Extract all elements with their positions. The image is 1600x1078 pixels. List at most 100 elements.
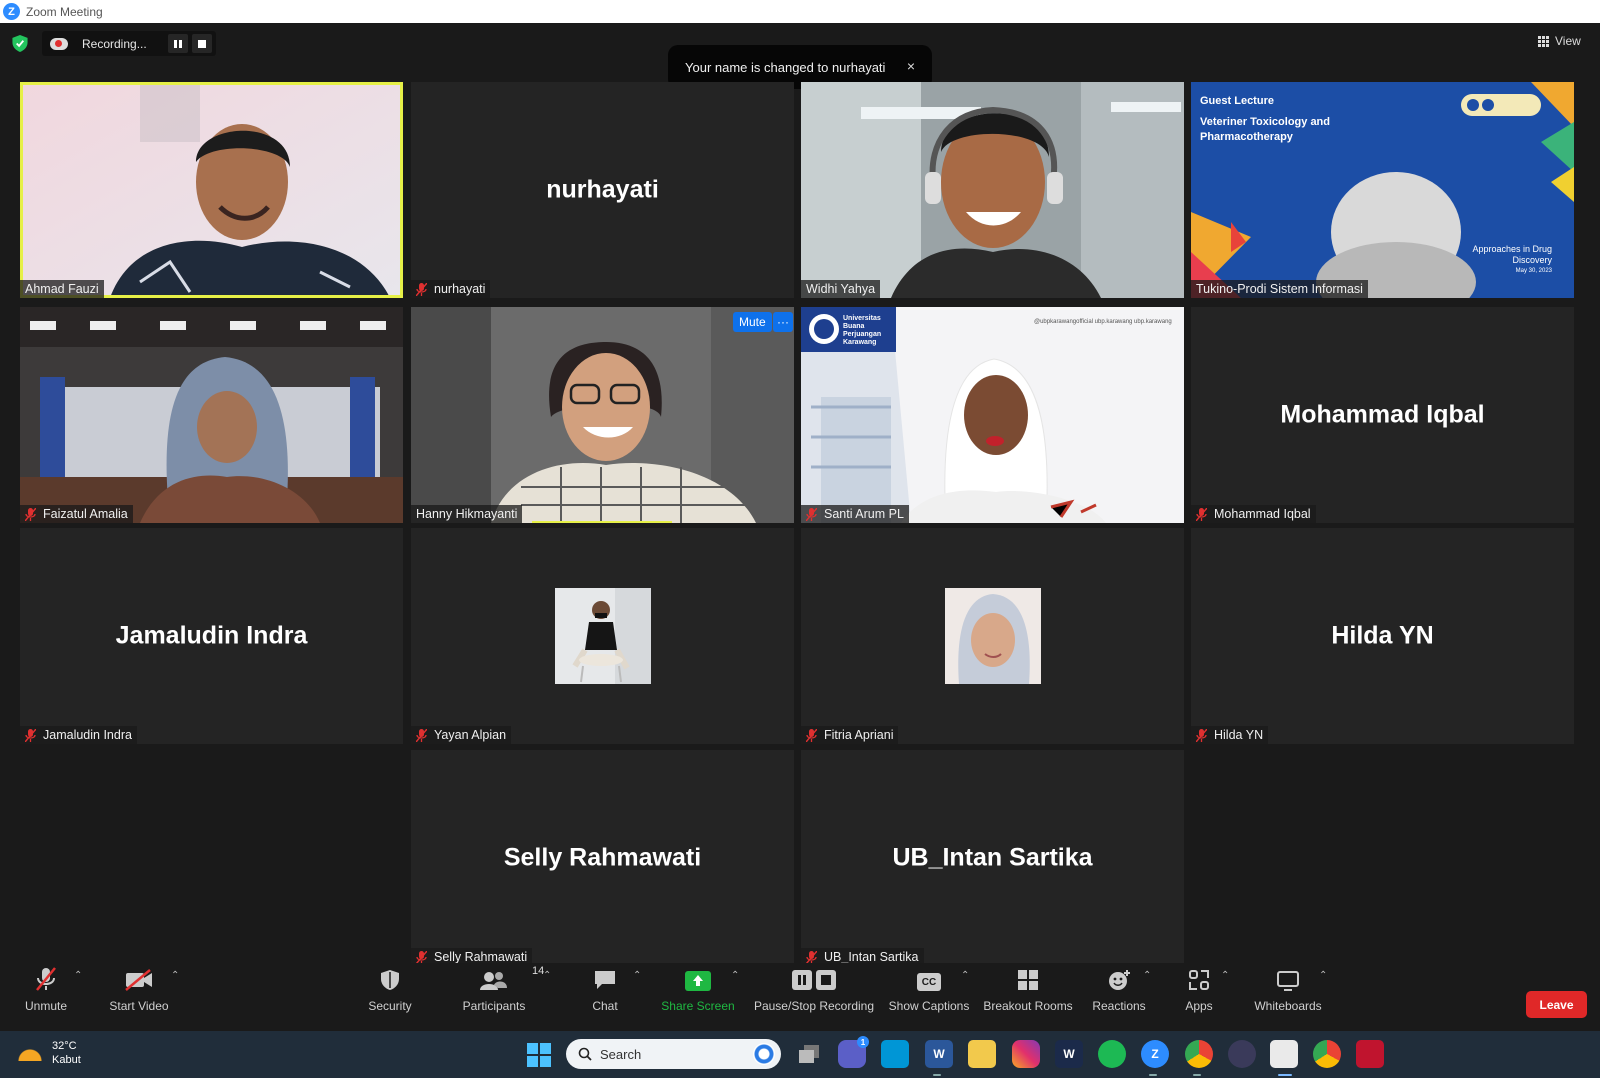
media-player-icon[interactable] <box>1228 1040 1256 1068</box>
chrome-profile-icon[interactable] <box>1313 1040 1341 1068</box>
close-notification-button[interactable]: × <box>907 58 915 74</box>
cloud-recording-icon <box>50 37 68 50</box>
participant-display-name: Hilda YN <box>1331 621 1434 650</box>
reactions-emoji-icon <box>1109 970 1130 990</box>
video-tile-ub-intan-sartika[interactable]: UB_Intan Sartika UB_Intan Sartika <box>801 750 1184 966</box>
mute-participant-button[interactable]: Mute <box>733 312 772 332</box>
pause-recording-button[interactable] <box>168 34 188 53</box>
task-view-icon[interactable] <box>795 1040 823 1068</box>
leave-button[interactable]: Leave <box>1526 991 1587 1018</box>
weather-widget[interactable]: 32°C Kabut <box>18 1039 81 1067</box>
word-icon[interactable]: W <box>925 1040 953 1068</box>
reactions-button[interactable]: Reactions <box>1090 963 1148 1031</box>
video-tile-jamaludin-indra[interactable]: Jamaludin Indra Jamaludin Indra <box>20 528 403 744</box>
slide-title-line1: Veteriner Toxicology and <box>1200 116 1330 128</box>
muted-mic-icon <box>806 507 817 521</box>
slide-date: May 30, 2023 <box>1515 268 1552 274</box>
spotify-icon[interactable] <box>1098 1040 1126 1068</box>
participants-options-chevron-icon[interactable]: ⌃ <box>543 970 551 981</box>
zoom-logo-icon: Z <box>3 3 20 20</box>
participant-label: nurhayati <box>411 280 491 298</box>
video-tile-fitria-apriani[interactable]: Fitria Apriani <box>801 528 1184 744</box>
video-tile-faizatul-amalia[interactable]: Faizatul Amalia <box>20 307 403 523</box>
slide-sub-line1: Approaches in Drug <box>1472 244 1552 254</box>
video-tile-tukino[interactable]: Guest Lecture Veteriner Toxicology and P… <box>1191 82 1574 298</box>
participant-label: Jamaludin Indra <box>20 726 137 744</box>
video-tile-widhi-yahya[interactable]: Widhi Yahya <box>801 82 1184 298</box>
participant-name: Selly Rahmawati <box>434 950 528 964</box>
windows-start-icon[interactable] <box>527 1043 551 1067</box>
apps-options-chevron-icon[interactable]: ⌃ <box>1221 970 1229 981</box>
view-button[interactable]: View <box>1538 34 1581 48</box>
video-options-chevron-icon[interactable]: ⌃ <box>171 970 179 981</box>
participant-label: Hilda YN <box>1191 726 1269 744</box>
participant-name: Tukino-Prodi Sistem Informasi <box>1196 282 1363 296</box>
app-w-icon[interactable]: W <box>1055 1040 1083 1068</box>
show-captions-button[interactable]: CC Show Captions <box>888 963 970 1031</box>
muted-mic-icon <box>806 950 817 964</box>
zoom-taskbar-icon[interactable]: Z <box>1141 1040 1169 1068</box>
file-explorer-icon[interactable] <box>968 1040 996 1068</box>
snipping-tool-icon[interactable] <box>1270 1040 1298 1068</box>
unmute-label: Unmute <box>24 999 68 1013</box>
slide-sub-line2: Discovery <box>1512 255 1552 265</box>
video-tile-yayan-alpian[interactable]: Yayan Alpian <box>411 528 794 744</box>
audio-options-chevron-icon[interactable]: ⌃ <box>74 970 82 981</box>
video-tile-selly-rahmawati[interactable]: Selly Rahmawati Selly Rahmawati <box>411 750 794 966</box>
university-logo-text: Universitas Buana Perjuangan Karawang <box>843 315 881 347</box>
video-tile-hanny-hikmayanti[interactable]: Mute ··· Hanny Hikmayanti <box>411 307 794 523</box>
reactions-label: Reactions <box>1092 999 1146 1013</box>
chrome-icon[interactable] <box>1185 1040 1213 1068</box>
encryption-shield-icon[interactable] <box>12 35 28 52</box>
stop-recording-button[interactable] <box>192 34 212 53</box>
video-tile-hilda-yn[interactable]: Hilda YN Hilda YN <box>1191 528 1574 744</box>
teams-badge: 1 <box>857 1036 869 1048</box>
faizatul-amalia-video <box>20 307 403 523</box>
unmute-button[interactable]: Unmute <box>20 963 72 1031</box>
share-screen-icon <box>685 971 711 991</box>
muted-mic-icon <box>36 967 56 991</box>
taskbar-search[interactable] <box>566 1039 781 1069</box>
video-tile-nurhayati[interactable]: nurhayati nurhayati <box>411 82 794 298</box>
muted-mic-icon <box>25 728 36 742</box>
speaking-indicator <box>532 521 672 523</box>
teams-chat-icon[interactable]: 1 <box>838 1036 869 1068</box>
whiteboards-options-chevron-icon[interactable]: ⌃ <box>1319 970 1327 981</box>
participant-name: Hanny Hikmayanti <box>416 507 518 521</box>
participants-button[interactable]: 14 Participants <box>459 963 545 1031</box>
participant-display-name: Mohammad Iqbal <box>1280 400 1485 429</box>
whiteboards-button[interactable]: Whiteboards <box>1252 963 1324 1031</box>
video-tile-santi-arum[interactable]: Universitas Buana Perjuangan Karawang @u… <box>801 307 1184 523</box>
zoom-window: Z Zoom Meeting Recording... Your name is… <box>0 0 1600 1078</box>
meeting-controls-toolbar: Unmute ⌃ Start Video ⌃ Security 14 Parti… <box>0 963 1600 1031</box>
search-input[interactable] <box>600 1046 740 1062</box>
video-tile-mohammad-iqbal[interactable]: Mohammad Iqbal Mohammad Iqbal <box>1191 307 1574 523</box>
instagram-icon[interactable] <box>1012 1040 1040 1068</box>
logo-text-line4: Karawang <box>843 339 877 346</box>
muted-mic-icon <box>416 728 427 742</box>
apps-icon <box>1189 970 1209 990</box>
share-options-chevron-icon[interactable]: ⌃ <box>731 970 739 981</box>
participant-name: Hilda YN <box>1214 728 1264 742</box>
video-off-icon <box>125 969 152 991</box>
captions-options-chevron-icon[interactable]: ⌃ <box>961 970 969 981</box>
security-button[interactable]: Security <box>360 963 420 1031</box>
share-screen-button[interactable]: Share Screen <box>660 963 736 1031</box>
hp-app-icon[interactable] <box>881 1040 909 1068</box>
reactions-options-chevron-icon[interactable]: ⌃ <box>1143 970 1151 981</box>
start-video-button[interactable]: Start Video <box>104 963 174 1031</box>
apps-button[interactable]: Apps <box>1179 963 1219 1031</box>
widhi-yahya-video <box>801 82 1184 298</box>
more-options-button[interactable]: ··· <box>773 312 793 332</box>
pause-stop-recording-button[interactable]: Pause/Stop Recording <box>752 963 876 1031</box>
apps-label: Apps <box>1185 999 1213 1013</box>
chat-options-chevron-icon[interactable]: ⌃ <box>633 970 641 981</box>
participant-name: UB_Intan Sartika <box>824 950 919 964</box>
bing-icon[interactable] <box>753 1043 775 1065</box>
video-tile-ahmad-fauzi[interactable]: Ahmad Fauzi <box>20 82 403 298</box>
breakout-rooms-button[interactable]: Breakout Rooms <box>983 963 1073 1031</box>
mendeley-icon[interactable] <box>1356 1040 1384 1068</box>
participant-label: Yayan Alpian <box>411 726 512 744</box>
chat-button[interactable]: Chat <box>585 963 625 1031</box>
participant-name: Faizatul Amalia <box>43 507 128 521</box>
